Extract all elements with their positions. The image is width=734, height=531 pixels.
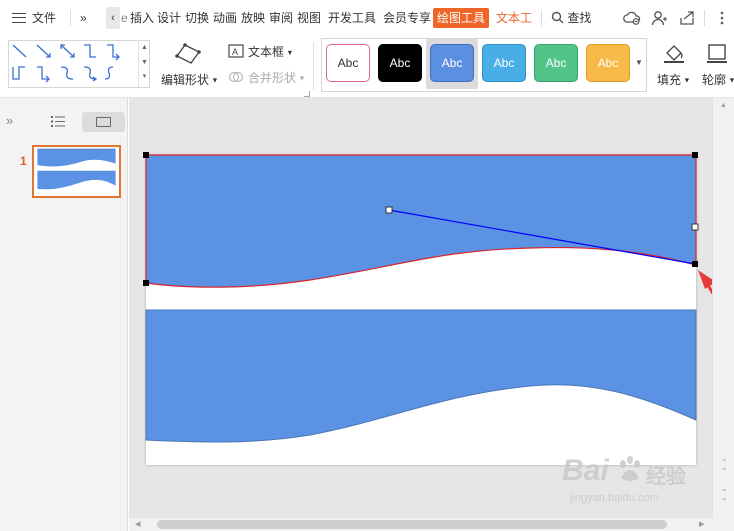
file-menu-label: 文件 [32, 11, 57, 25]
slide-view-tab[interactable] [82, 112, 125, 132]
style-preset-1[interactable]: Abc [326, 44, 370, 82]
tab-text-tools[interactable]: 文本工 [496, 10, 532, 26]
tab-scroll-left-button[interactable]: ‹ [106, 7, 120, 29]
menu-divider [70, 10, 71, 26]
line-shapes-icons [12, 44, 120, 83]
menu-divider [704, 10, 705, 26]
scroll-up-icon[interactable]: ▲ [720, 102, 727, 109]
search-icon [551, 11, 564, 24]
scroll-left-icon[interactable]: ◀ [135, 518, 140, 531]
gallery-up-icon[interactable]: ▲ [139, 40, 150, 55]
ribbon-divider [313, 42, 314, 90]
tab-animation[interactable]: 动画 [213, 10, 237, 26]
horizontal-scrollbar[interactable]: ◀ ▶ [129, 518, 734, 531]
tab-partial[interactable]: e [121, 10, 128, 26]
hamburger-icon [12, 13, 26, 23]
tab-insert[interactable]: 插入 [130, 10, 154, 26]
scroll-right-icon[interactable]: ▶ [699, 518, 704, 531]
search-button[interactable]: 查找 [551, 10, 591, 26]
style-preset-3[interactable]: Abc [430, 44, 474, 82]
merge-shapes-button[interactable]: 合并形状 ▼ [228, 69, 306, 86]
caret-down-icon: ▼ [211, 76, 219, 85]
cloud-icon[interactable] [623, 9, 641, 27]
edit-shape-button[interactable]: 编辑形状 ▼ [161, 71, 219, 88]
textbox-label: 文本框 [248, 45, 285, 59]
tab-drawing-tools[interactable]: 绘图工具 [433, 8, 490, 28]
textbox-button[interactable]: A 文本框 ▼ [228, 43, 294, 60]
fill-label: 填充 [657, 73, 682, 87]
line-shape-icon [12, 44, 27, 58]
fill-bucket-icon[interactable] [662, 42, 686, 64]
textbox-icon: A [228, 44, 244, 58]
style-preset-6[interactable]: Abc [586, 44, 630, 82]
merge-shapes-icon [228, 71, 244, 83]
slide-view-icon [96, 117, 111, 127]
menu-bar: 文件 » ‹ e 插入 设计 切换 动画 放映 审阅 视图 开发工具 会员专享 … [0, 0, 734, 36]
style-preset-2[interactable]: Abc [378, 44, 422, 82]
outline-view-icon[interactable] [51, 115, 65, 128]
styles-expand-icon[interactable]: ▼ [635, 58, 643, 67]
svg-text:A: A [232, 47, 238, 57]
fill-button[interactable]: 填充 ▼ [657, 71, 691, 88]
line-shapes-gallery[interactable] [8, 40, 150, 88]
caret-down-icon: ▼ [298, 74, 306, 83]
user-add-icon[interactable] [650, 9, 668, 27]
gallery-down-icon[interactable]: ▼ [139, 55, 150, 70]
tab-view[interactable]: 视图 [297, 10, 321, 26]
share-icon[interactable] [678, 9, 696, 27]
more-vertical-icon[interactable] [713, 9, 731, 27]
slide-thumbnail[interactable] [32, 145, 121, 198]
style-preset-5[interactable]: Abc [534, 44, 578, 82]
gallery-expand-icon[interactable]: ▾ [139, 70, 150, 84]
outline-button[interactable]: 轮廓▼ [702, 71, 734, 88]
curve-connector-icon [60, 66, 74, 80]
merge-shapes-label: 合并形状 [248, 71, 297, 85]
outline-label: 轮廓 [702, 73, 727, 87]
tab-review[interactable]: 审阅 [269, 10, 293, 26]
caret-down-icon: ▼ [683, 76, 691, 85]
vertical-scrollbar[interactable]: ▲ ⌃ ⌃ ⌄ ⌄ [712, 98, 734, 518]
collapse-panel-icon[interactable]: » [6, 113, 13, 128]
s-curve-icon [104, 66, 114, 80]
horizontal-scroll-thumb[interactable] [157, 520, 667, 529]
next-page-icon[interactable]: ⌄ ⌄ [721, 484, 728, 502]
caret-down-icon: ▼ [286, 48, 294, 57]
style-preset-4[interactable]: Abc [482, 44, 526, 82]
prev-page-icon[interactable]: ⌃ ⌃ [721, 458, 728, 476]
menu-divider [541, 10, 542, 26]
gallery-scroll[interactable]: ▲ ▼ ▾ [138, 40, 150, 88]
tab-transition[interactable]: 切换 [185, 10, 209, 26]
double-chevron-icon[interactable]: » [80, 10, 87, 26]
slide-canvas[interactable] [146, 155, 696, 465]
slides-panel: » 1 [0, 98, 128, 531]
elbow-connector-icon [12, 66, 25, 80]
tab-design[interactable]: 设计 [157, 10, 181, 26]
edit-shape-icon[interactable] [173, 42, 203, 66]
ribbon-toolbar: ▲ ▼ ▾ 编辑形状 ▼ A 文本框 ▼ 合并形状 ▼ Abc Abc Abc Abc … [0, 36, 734, 98]
slide-number: 1 [20, 154, 27, 168]
slide-thumbnail-preview [34, 147, 119, 196]
group-launcher-icon[interactable] [304, 91, 310, 97]
tab-developer[interactable]: 开发工具 [328, 10, 376, 26]
elbow-connector-icon [84, 44, 96, 58]
caret-down-icon: ▼ [728, 76, 734, 84]
file-menu[interactable]: 文件 [12, 10, 56, 26]
outline-icon[interactable] [706, 42, 728, 64]
search-label: 查找 [567, 11, 592, 25]
tab-slideshow[interactable]: 放映 [241, 10, 265, 26]
edit-shape-label: 编辑形状 [161, 73, 210, 87]
tab-member[interactable]: 会员专享 [383, 10, 431, 26]
